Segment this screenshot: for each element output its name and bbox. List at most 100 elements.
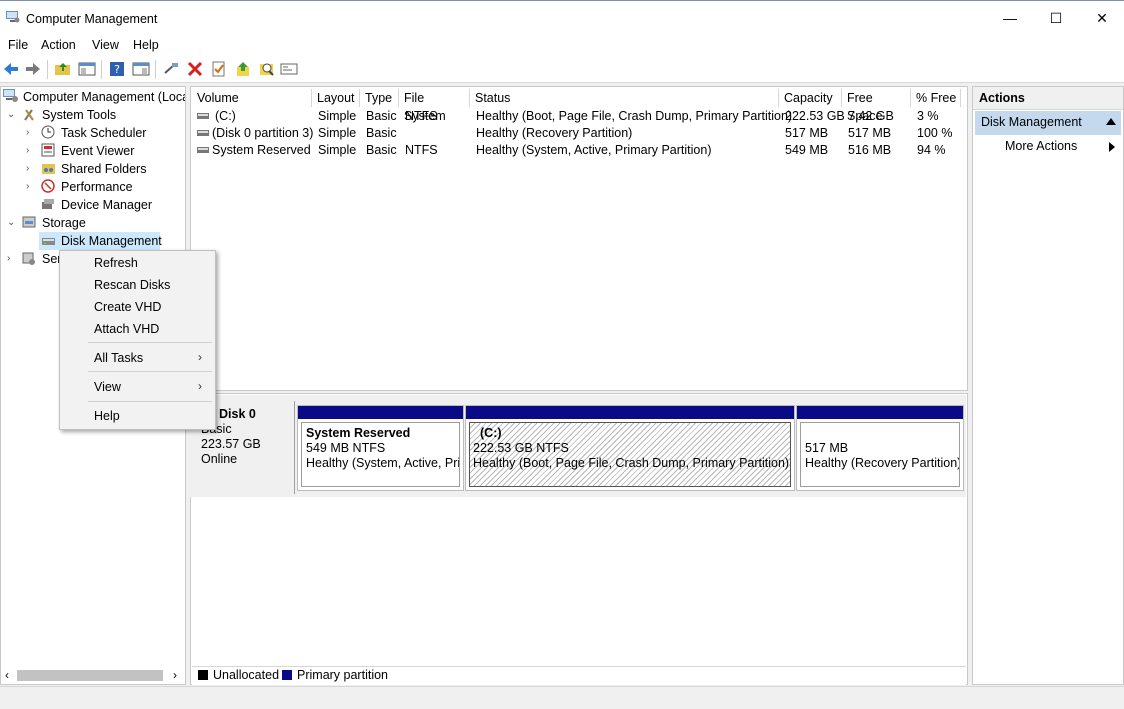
table-cell-free-space: 517 MB (848, 126, 892, 140)
chevron-right-icon[interactable]: › (26, 127, 29, 138)
console-icon[interactable] (280, 61, 298, 77)
column-header-type[interactable]: Type (360, 89, 399, 107)
submenu-arrow-icon (1109, 142, 1115, 152)
tree-item-shared-folders[interactable]: Shared Folders (61, 160, 146, 178)
context-menu-item-rescan-disks[interactable]: Rescan Disks (94, 278, 170, 292)
tree-root[interactable]: Computer Management (Local (23, 88, 185, 106)
column-header-percent-free[interactable]: % Free (911, 89, 961, 107)
tree-horizontal-scrollbar[interactable]: ‹ › (1, 667, 185, 684)
chevron-right-icon[interactable]: › (26, 181, 29, 192)
close-button[interactable]: ✕ (1079, 1, 1124, 35)
close-icon: ✕ (1096, 9, 1108, 26)
tree-item-task-scheduler[interactable]: Task Scheduler (61, 124, 146, 142)
forward-arrow-icon[interactable] (24, 61, 42, 77)
action-more-actions[interactable]: More Actions (1005, 139, 1077, 153)
table-cell-percent-free: 3 % (917, 109, 939, 123)
export-icon[interactable] (234, 61, 252, 77)
tree-item-storage[interactable]: Storage (42, 214, 86, 232)
column-header-capacity[interactable]: Capacity (779, 89, 842, 107)
status-bar (0, 686, 1124, 709)
tree-item-event-viewer[interactable]: Event Viewer (61, 142, 134, 160)
table-cell-percent-free: 94 % (917, 143, 946, 157)
help-icon[interactable]: ? (108, 61, 126, 77)
partition-status: Healthy (Recovery Partition) (805, 456, 960, 470)
storage-icon (22, 216, 36, 228)
partition-size: 222.53 GB NTFS (473, 441, 569, 455)
scroll-left-icon[interactable]: ‹ (5, 668, 9, 682)
up-folder-icon[interactable] (54, 61, 72, 77)
title-bar: Computer Management — ☐ ✕ (0, 0, 1124, 35)
toolbar-separator (155, 60, 156, 79)
window-title: Computer Management (26, 12, 158, 26)
context-menu-item-all-tasks[interactable]: All Tasks (94, 351, 143, 365)
menu-view[interactable]: View (92, 38, 119, 52)
table-cell-volume[interactable]: (Disk 0 partition 3) (212, 125, 313, 142)
context-menu-item-create-vhd[interactable]: Create VHD (94, 300, 161, 314)
legend-primary-partition: Primary partition (297, 668, 388, 682)
legend-unallocated: Unallocated (213, 668, 280, 682)
column-header-free-space[interactable]: Free Space (842, 89, 911, 123)
chevron-right-icon[interactable]: › (26, 145, 29, 156)
context-menu-item-help[interactable]: Help (94, 409, 120, 423)
chevron-right-icon[interactable]: › (7, 253, 10, 264)
disk-name: Disk 0 (219, 407, 256, 421)
menu-action[interactable]: Action (41, 38, 76, 52)
partition-bar (466, 406, 794, 419)
menu-separator (88, 401, 212, 402)
tree-item-system-tools[interactable]: System Tools (42, 106, 116, 124)
menu-separator (88, 371, 212, 372)
toolbar-separator (47, 60, 48, 79)
tree-item-device-manager[interactable]: Device Manager (61, 196, 152, 214)
delete-icon[interactable] (186, 61, 204, 77)
table-cell-free-space: 516 MB (848, 143, 892, 157)
disk-state: Online (201, 452, 238, 466)
performance-icon (41, 179, 55, 193)
show-hide-tree-icon[interactable] (78, 61, 96, 77)
partition-recovery[interactable]: 517 MB Healthy (Recovery Partition) (796, 405, 964, 491)
chevron-down-icon[interactable]: ⌄ (7, 217, 15, 228)
menu-help[interactable]: Help (133, 38, 159, 52)
tree-item-disk-management[interactable]: Disk Management (61, 232, 162, 250)
table-cell-volume[interactable]: System Reserved (212, 142, 311, 159)
submenu-chevron-icon: › (198, 379, 202, 393)
minimize-button[interactable]: — (987, 1, 1033, 35)
chevron-down-icon[interactable]: ⌄ (7, 109, 15, 120)
chevron-right-icon[interactable]: › (26, 163, 29, 174)
partition-c-drive[interactable]: (C:) 222.53 GB NTFS Healthy (Boot, Page … (465, 405, 795, 491)
column-header-volume[interactable]: Volume (192, 89, 312, 107)
toolbar-separator (101, 60, 102, 79)
table-cell-free-space: 7.42 GB (848, 109, 894, 123)
connect-icon[interactable] (162, 61, 180, 77)
legend-swatch-unallocated (198, 670, 208, 680)
properties-icon[interactable] (210, 61, 228, 77)
context-menu-item-view[interactable]: View (94, 380, 121, 394)
partition-title: System Reserved (306, 426, 411, 440)
back-arrow-icon[interactable] (2, 61, 20, 77)
column-header-file-system[interactable]: File System (399, 89, 470, 123)
tree-item-performance[interactable]: Performance (61, 178, 133, 196)
table-cell-file-system: NTFS (405, 143, 438, 157)
partition-size: 517 MB (805, 441, 849, 455)
menu-file[interactable]: File (8, 38, 28, 52)
table-cell-layout: Simple (318, 109, 357, 123)
actions-pane: Actions Disk Management More Actions (972, 86, 1124, 685)
table-cell-status: Healthy (Boot, Page File, Crash Dump, Pr… (476, 109, 793, 123)
column-header-status[interactable]: Status (470, 89, 779, 107)
context-menu-item-attach-vhd[interactable]: Attach VHD (94, 322, 159, 336)
scroll-right-icon[interactable]: › (173, 668, 177, 682)
search-icon[interactable] (258, 61, 276, 77)
scrollbar-thumb[interactable] (17, 670, 163, 681)
table-cell-type: Basic (366, 126, 397, 140)
maximize-button[interactable]: ☐ (1033, 1, 1079, 35)
show-hide-action-pane-icon[interactable] (132, 61, 150, 77)
column-header-layout[interactable]: Layout (312, 89, 360, 107)
collapse-up-icon[interactable] (1106, 118, 1116, 125)
context-menu: Refresh Rescan Disks Create VHD Attach V… (59, 250, 216, 430)
table-cell-volume[interactable]: (C:) (215, 108, 236, 125)
context-menu-item-refresh[interactable]: Refresh (94, 256, 138, 270)
table-cell-layout: Simple (318, 143, 357, 157)
actions-section-title: Disk Management (981, 115, 1082, 129)
menu-separator (88, 342, 212, 343)
partition-system-reserved[interactable]: System Reserved 549 MB NTFS Healthy (Sys… (297, 405, 464, 491)
computer-management-icon (6, 11, 20, 23)
